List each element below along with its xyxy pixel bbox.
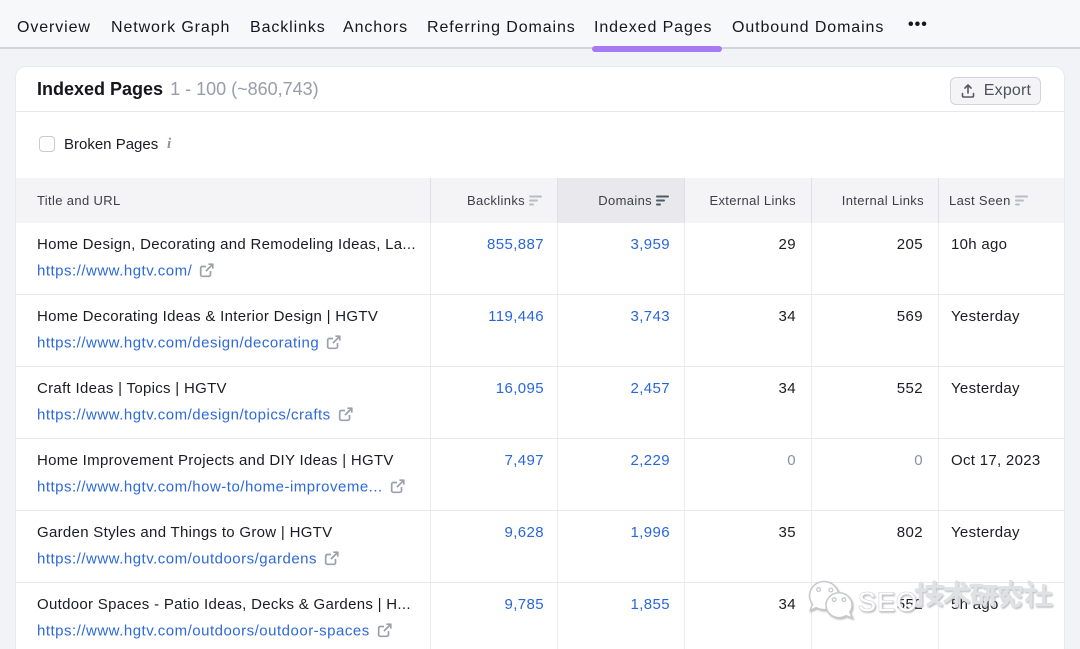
svg-text:SEO: SEO xyxy=(858,587,918,617)
